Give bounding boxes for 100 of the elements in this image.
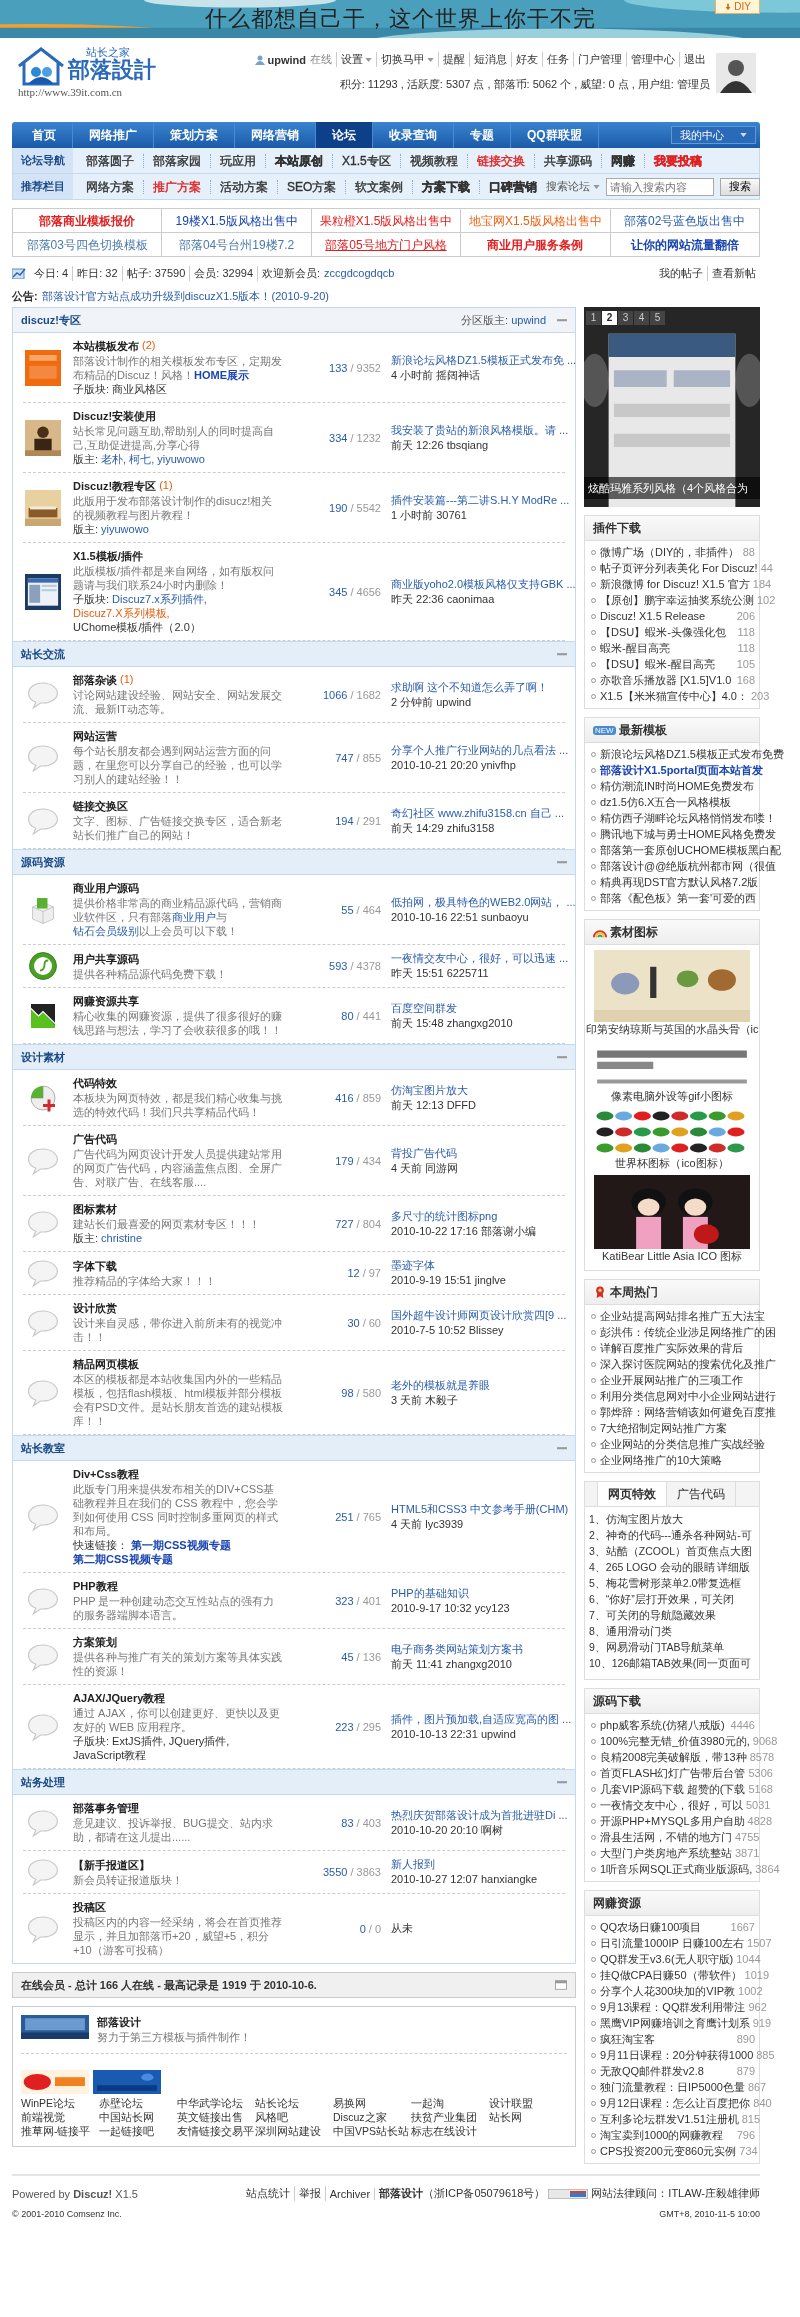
my-center-dropdown[interactable]: 我的中心 — [671, 126, 756, 144]
stats-badge-icon[interactable] — [548, 2188, 589, 2199]
user-menu-link[interactable]: 任务 — [542, 52, 573, 67]
forum-name-link[interactable]: 网站运营 — [73, 729, 117, 744]
list-link[interactable]: 1听音乐网SQL正式商业版源码, — [600, 1861, 753, 1877]
last-post-link[interactable]: 热烈庆贺部落设计成为首批进驻Di ... — [391, 1807, 568, 1823]
forum-name-link[interactable]: 字体下载 — [73, 1258, 117, 1274]
last-post-link[interactable]: 插件安装篇---第二讲S.H.Y ModRe ... — [391, 492, 570, 508]
sub-forum-link[interactable]: 老朴, — [101, 452, 127, 466]
list-link[interactable]: QQ群发王v3.6(无人职守版) — [600, 1951, 734, 1967]
list-link[interactable]: 5、梅花雪树形菜单2.0带复选框 — [589, 1575, 742, 1591]
sub-nav-link[interactable]: 推广方案 — [153, 179, 201, 194]
list-link[interactable]: 8、通用滑动门类 — [589, 1623, 672, 1639]
promo-link[interactable]: 19楼X1.5版风格出售中 — [175, 213, 298, 228]
sub-forum-link[interactable]: 商业风格区 — [112, 382, 168, 396]
slide-tab[interactable]: 5 — [650, 311, 665, 325]
footer-link[interactable]: 举报 — [294, 2186, 326, 2201]
last-post-link[interactable]: 我安装了贵站的新浪风格模版。请 ... — [391, 422, 569, 438]
panel-tab[interactable]: 广告代码 — [667, 1482, 736, 1506]
last-post-link[interactable]: 低拍网，极具特色的WEB2.0网站， ... — [391, 894, 576, 910]
collapse-icon[interactable] — [557, 652, 567, 656]
forum-name-link[interactable]: 投稿区 — [73, 1900, 106, 1915]
forum-name-link[interactable]: 部落杂谈 — [73, 673, 117, 688]
moderator-link[interactable]: upwind — [511, 314, 546, 326]
list-link[interactable]: 精仿潮流IN时尚HOME免费发布 — [600, 778, 754, 794]
last-post-link[interactable]: 分享个人推广行业网站的几点看法 ... — [391, 742, 569, 758]
last-post-link[interactable]: 老外的模板就是养眼 — [391, 1377, 565, 1393]
list-link[interactable]: 首页FLASH幻灯广告带后台管 — [600, 1765, 746, 1781]
user-menu-link[interactable]: 门户管理 — [573, 52, 626, 67]
friend-link[interactable]: 标志在线设计 — [411, 2124, 489, 2138]
list-link[interactable]: 9、网易滑动门TAB导航菜单 — [589, 1639, 725, 1655]
list-link[interactable]: 帖子页评分列表美化 For Discuz! — [600, 560, 758, 576]
last-post-link[interactable]: 一夜情交友中心，很好，可以迅速 ... — [391, 951, 569, 966]
post-link[interactable]: 查看新帖 — [707, 265, 760, 281]
friend-link[interactable]: Discuz之家 — [333, 2110, 411, 2124]
list-link[interactable]: 4、265 LOGO 会动的眼睛 详细版 — [589, 1559, 751, 1575]
sub-nav-link[interactable]: 软文案例 — [355, 179, 404, 194]
promo-link[interactable]: 让你的网站流量翻倍 — [630, 237, 739, 252]
category-title[interactable]: 设计素材 — [21, 1049, 65, 1065]
friend-link[interactable]: 中华武学论坛 — [177, 2096, 255, 2110]
sub-nav-link[interactable]: 我要投稿 — [653, 153, 702, 168]
footer-link[interactable]: Archiver — [325, 2187, 376, 2200]
last-post-link[interactable]: 多尺寸的统计图标png — [391, 1208, 565, 1224]
friend-link[interactable]: 中国VPS站长站 — [333, 2124, 411, 2138]
last-post-link[interactable]: 新人报到 — [391, 1857, 565, 1872]
friend-link[interactable]: 扶贫产业集团 — [411, 2110, 489, 2124]
category-title[interactable]: 站务处理 — [21, 1774, 65, 1790]
forum-name-link[interactable]: X1.5模板/插件 — [73, 549, 143, 564]
list-link[interactable]: 部落设计X1.5portal页面本站首发 — [600, 762, 764, 778]
list-link[interactable]: QQ农场日赚100项目 — [600, 1919, 702, 1935]
last-post-link[interactable]: 新浪论坛风格DZ1.5模板正式发布免 ... — [391, 352, 577, 368]
slide-tab[interactable]: 2 — [602, 311, 617, 325]
sub-forum-link[interactable]: 第一期CSS视频专题 — [131, 1538, 231, 1552]
site-name-link[interactable]: 部落设计 — [97, 2015, 251, 2030]
list-link[interactable]: 独门流量教程：日IP5000色量 — [600, 2079, 745, 2095]
last-post-link[interactable]: PHP的基础知识 — [391, 1585, 565, 1601]
collapse-icon[interactable] — [557, 1055, 567, 1059]
user-menu-link[interactable]: 提醒 — [438, 52, 469, 67]
sub-forum-link[interactable]: christine — [101, 1231, 143, 1245]
category-title[interactable]: 站长交流 — [21, 646, 65, 662]
list-link[interactable]: dz1.5仿6.X五合一风格模板 — [600, 794, 732, 810]
last-post-link[interactable]: 插件，图片预加载,自适应宽高的图 ... — [391, 1711, 572, 1727]
username-link[interactable]: upwind — [267, 53, 306, 66]
collapse-icon[interactable] — [557, 1446, 567, 1450]
image-caption-link[interactable]: KatiBear Little Asia ICO 图标 — [602, 1249, 742, 1264]
list-link[interactable]: 分享个人花300块加的VIP教 — [600, 1983, 736, 1999]
friend-link[interactable]: 英文链接出售 — [177, 2110, 255, 2124]
promo-link[interactable]: 部落商业模板报价 — [39, 213, 136, 228]
promo-link[interactable]: 部落04号台州19楼7.2 — [178, 237, 295, 252]
last-post-link[interactable]: 百度空间群发 — [391, 1000, 565, 1016]
slide-tab[interactable]: 1 — [586, 311, 601, 325]
list-link[interactable]: 彭洪伟：传统企业涉足网络推广的困 — [600, 1324, 776, 1340]
sub-nav-link[interactable]: 链接交换 — [476, 153, 525, 168]
list-link[interactable]: 【DSU】蝦米-头像强化包 — [600, 624, 726, 640]
user-menu-link[interactable]: 短消息 — [469, 52, 511, 67]
sub-nav-link[interactable]: 网络方案 — [86, 179, 134, 194]
promo-link[interactable]: 商业用户服务条例 — [487, 237, 584, 252]
friend-link[interactable]: 站长网 — [489, 2110, 567, 2124]
sub-forum-link[interactable]: 柯七, — [129, 452, 155, 466]
last-post-link[interactable]: 墨迹字体 — [391, 1258, 565, 1273]
category-title[interactable]: discuz!专区 — [21, 312, 81, 328]
sub-nav-link[interactable]: 部落家园 — [153, 153, 201, 168]
list-link[interactable]: 【DSU】蝦米-醒目高亮 — [600, 656, 715, 672]
last-post-link[interactable]: 国外超牛设计师网页设计欣赏四[9 ... — [391, 1307, 567, 1323]
forum-name-link[interactable]: 用户共享源码 — [73, 951, 139, 967]
list-link[interactable]: 一夜情交友中心，很好，可以 — [600, 1797, 743, 1813]
user-menu-link[interactable]: 管理中心 — [626, 52, 679, 67]
list-link[interactable]: 淘宝卖到1000的网赚教程 — [600, 2127, 724, 2143]
collapse-icon[interactable] — [557, 1780, 567, 1784]
sub-nav-link[interactable]: 网赚 — [610, 153, 635, 168]
sub-nav-link[interactable]: 口碑营销 — [489, 179, 538, 194]
list-link[interactable]: 亦歌音乐播放器 [X1.5]V1.0 — [600, 672, 732, 688]
list-link[interactable]: 精典再现DST官方默认风格7.2版 — [600, 874, 759, 890]
notice-link[interactable]: 部落设计官方站点成功升级到discuzX1.5版本！(2010-9-20) — [41, 288, 329, 304]
collapse-icon[interactable] — [557, 318, 567, 322]
description-link[interactable]: 钻石会员级别 — [73, 925, 139, 937]
sub-forum-link[interactable]: yiyuwowo — [157, 452, 205, 466]
forum-name-link[interactable]: 方案策划 — [73, 1635, 117, 1650]
list-link[interactable]: 精仿西子湖畔论坛风格悄悄发布喽！ — [600, 810, 776, 826]
list-link[interactable]: 企业站提高网站排名推广五大法宝 — [600, 1308, 765, 1324]
